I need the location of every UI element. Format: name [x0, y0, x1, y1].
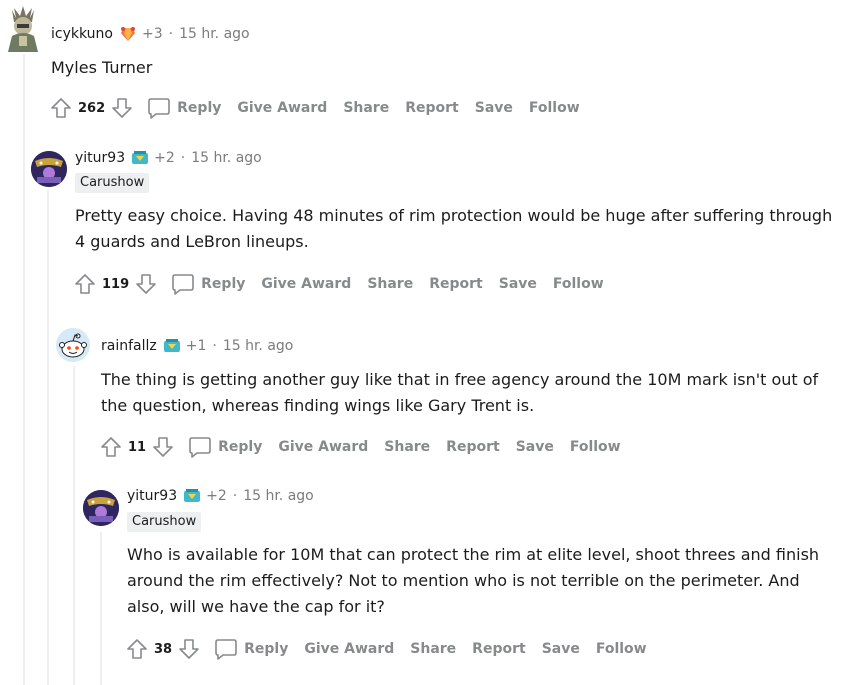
speech-bubble-icon — [148, 98, 170, 119]
save-button[interactable]: Save — [475, 100, 513, 116]
follow-button[interactable]: Follow — [570, 439, 621, 455]
upvote-arrow-icon[interactable] — [124, 636, 150, 662]
comment-body: Pretty easy choice. Having 48 minutes of… — [75, 206, 833, 251]
reply-label[interactable]: Reply — [177, 100, 221, 116]
avatar[interactable] — [83, 490, 119, 526]
comment-body: The thing is getting another guy like th… — [101, 370, 819, 415]
flair-award-icon — [163, 337, 181, 355]
thread-line-3[interactable] — [73, 366, 75, 685]
vote-score: 262 — [78, 100, 106, 116]
separator-dot: · — [180, 150, 186, 166]
action-bar: 119 Reply Give Award Share Report Save F… — [72, 271, 604, 297]
timestamp[interactable]: 15 hr. ago — [191, 150, 262, 166]
flair-award-icon — [131, 149, 149, 167]
reply-button[interactable]: Reply — [214, 638, 288, 660]
report-button[interactable]: Report — [405, 100, 459, 116]
follow-button[interactable]: Follow — [553, 276, 604, 292]
timestamp[interactable]: 15 hr. ago — [223, 338, 294, 354]
reply-button[interactable]: Reply — [188, 436, 262, 458]
save-button[interactable]: Save — [516, 439, 554, 455]
report-button[interactable]: Report — [429, 276, 483, 292]
flair-award-icon — [119, 25, 137, 43]
user-flair: Carushow — [75, 173, 150, 193]
karma-count: +3 — [141, 26, 163, 42]
follow-button[interactable]: Follow — [596, 641, 647, 657]
comment-body: Who is available for 10M that can protec… — [127, 545, 820, 616]
flair-award-icon — [183, 487, 201, 505]
upvote-arrow-icon[interactable] — [72, 271, 98, 297]
thread-line-1[interactable] — [23, 54, 25, 685]
avatar[interactable] — [56, 328, 90, 362]
reply-label[interactable]: Reply — [218, 439, 262, 455]
save-button[interactable]: Save — [542, 641, 580, 657]
give-award-button[interactable]: Give Award — [278, 439, 368, 455]
give-award-button[interactable]: Give Award — [304, 641, 394, 657]
reply-label[interactable]: Reply — [244, 641, 288, 657]
karma-count: +1 — [185, 338, 207, 354]
reply-label[interactable]: Reply — [201, 276, 245, 292]
username[interactable]: icykkuno — [51, 26, 113, 42]
avatar[interactable] — [4, 6, 42, 52]
comment-header: yitur93 +2 · 15 hr. ago — [127, 484, 314, 508]
comment-body: Myles Turner — [51, 58, 153, 77]
speech-bubble-icon — [189, 437, 211, 458]
report-button[interactable]: Report — [446, 439, 500, 455]
speech-bubble-icon — [172, 274, 194, 295]
vote-score: 11 — [128, 439, 147, 455]
vote-score: 119 — [102, 276, 130, 292]
downvote-arrow-icon[interactable] — [133, 271, 159, 297]
separator-dot: · — [232, 488, 238, 504]
give-award-button[interactable]: Give Award — [261, 276, 351, 292]
karma-count: +2 — [154, 150, 175, 166]
separator-dot: · — [168, 26, 174, 42]
share-button[interactable]: Share — [343, 100, 389, 116]
reply-button[interactable]: Reply — [147, 97, 221, 119]
separator-dot: · — [212, 338, 217, 354]
user-flair: Carushow — [127, 512, 202, 532]
comment-header: icykkuno +3 · 15 hr. ago — [51, 22, 250, 46]
give-award-button[interactable]: Give Award — [237, 100, 327, 116]
action-bar: 38 Reply Give Award Share Report Save Fo… — [124, 636, 647, 662]
timestamp[interactable]: 15 hr. ago — [243, 488, 314, 504]
downvote-arrow-icon[interactable] — [150, 434, 176, 460]
username[interactable]: yitur93 — [75, 150, 125, 166]
timestamp[interactable]: 15 hr. ago — [179, 26, 250, 42]
comment-header: yitur93 +2 · 15 hr. ago — [75, 146, 262, 170]
upvote-arrow-icon[interactable] — [98, 434, 124, 460]
username[interactable]: rainfallz — [101, 338, 157, 354]
karma-count: +2 — [206, 488, 227, 504]
share-button[interactable]: Share — [367, 276, 413, 292]
share-button[interactable]: Share — [410, 641, 456, 657]
thread-line-4[interactable] — [100, 532, 102, 685]
share-button[interactable]: Share — [384, 439, 430, 455]
action-bar: 262 Reply Give Award Share Report Save F… — [48, 95, 580, 121]
username[interactable]: yitur93 — [127, 488, 177, 504]
speech-bubble-icon — [215, 639, 237, 660]
follow-button[interactable]: Follow — [529, 100, 580, 116]
downvote-arrow-icon[interactable] — [176, 636, 202, 662]
save-button[interactable]: Save — [499, 276, 537, 292]
comment-header: rainfallz +1 · 15 hr. ago — [101, 334, 293, 358]
downvote-arrow-icon[interactable] — [109, 95, 135, 121]
reply-button[interactable]: Reply — [171, 273, 245, 295]
avatar[interactable] — [31, 151, 67, 187]
thread-line-2[interactable] — [47, 190, 49, 685]
report-button[interactable]: Report — [472, 641, 526, 657]
action-bar: 11 Reply Give Award Share Report Save Fo… — [98, 434, 621, 460]
vote-score: 38 — [154, 641, 173, 657]
upvote-arrow-icon[interactable] — [48, 95, 74, 121]
